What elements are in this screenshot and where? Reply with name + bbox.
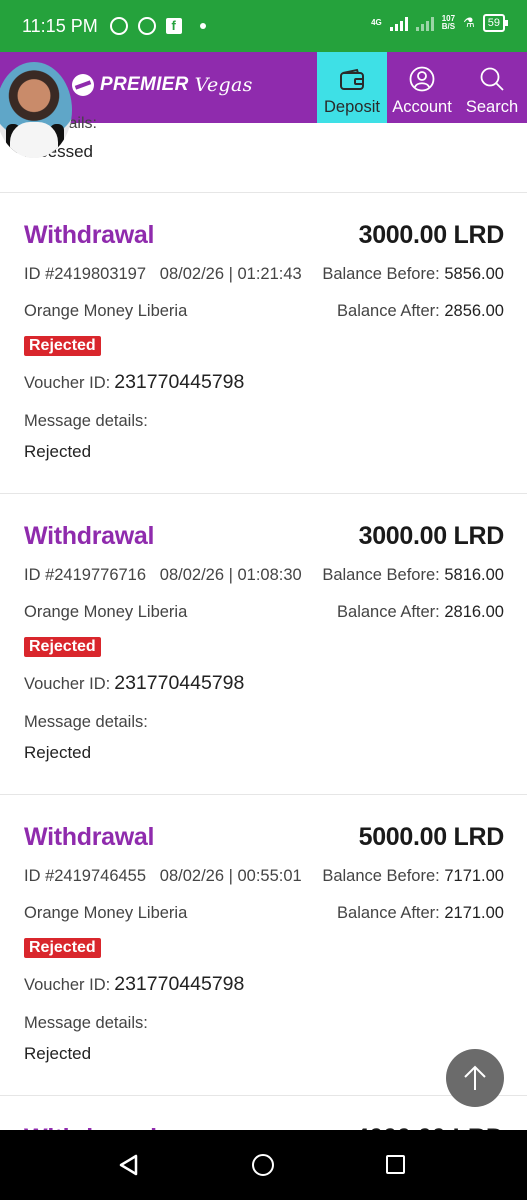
arrow-up-icon	[464, 1065, 486, 1090]
balance-before: Balance Before: 5856.00	[322, 265, 504, 284]
payment-method: Orange Money Liberia	[24, 603, 188, 621]
balance-before-label: Balance Before:	[322, 566, 440, 584]
message-label: Message details:	[24, 1014, 148, 1032]
search-button[interactable]: Search	[457, 52, 527, 123]
status-badge: Rejected	[24, 637, 101, 657]
deposit-button[interactable]: Deposit	[317, 52, 387, 123]
notification-dot-icon	[199, 23, 206, 29]
speed-unit: B/S	[441, 22, 456, 31]
transaction-amount: 3000.00 LRD	[358, 522, 505, 550]
balance-after-value: 2816.00	[444, 603, 504, 621]
app-header: PREMIER Vegas Deposit Account Search	[0, 52, 527, 123]
balance-before-label: Balance Before:	[322, 867, 440, 885]
message-value: Rejected	[24, 1044, 92, 1063]
home-icon[interactable]	[252, 1154, 274, 1176]
balance-before: Balance Before: 5816.00	[322, 566, 504, 585]
data-speed: 107 B/S	[442, 15, 455, 31]
message-value: Rejected	[24, 743, 92, 762]
message-label: Message details:	[24, 713, 148, 731]
flask-icon: ⚗	[463, 15, 475, 30]
balance-after-label: Balance After:	[337, 603, 440, 621]
voucher-label: Voucher ID:	[24, 976, 111, 994]
transaction-list: ge details: rocessed Withdrawal 3000.00 …	[0, 115, 527, 1136]
avatar[interactable]	[0, 62, 72, 158]
message-label: Message details:	[24, 412, 148, 430]
transaction-id-date: ID #2419803197 08/02/26 | 01:21:43	[24, 265, 302, 283]
logo-text-premier: PREMIER	[100, 74, 189, 95]
recent-apps-icon[interactable]	[386, 1155, 405, 1174]
logo-mark-icon	[72, 74, 94, 96]
status-bar: 11:15 PM f 4G 107 B/S ⚗ 59	[0, 0, 527, 52]
transaction-amount: 3000.00 LRD	[358, 221, 505, 249]
balance-after: Balance After: 2816.00	[337, 603, 504, 622]
transaction-id-date: ID #2419776716 08/02/26 | 01:08:30	[24, 566, 302, 584]
payment-method: Orange Money Liberia	[24, 904, 188, 922]
avatar-body	[10, 122, 58, 158]
account-button[interactable]: Account	[387, 52, 457, 123]
deposit-label: Deposit	[324, 98, 380, 116]
balance-after-label: Balance After:	[337, 904, 440, 922]
search-label: Search	[465, 98, 519, 116]
facebook-icon: f	[165, 18, 182, 34]
payment-method: Orange Money Liberia	[24, 302, 188, 320]
transaction-type: Withdrawal	[24, 823, 155, 851]
voucher-label: Voucher ID:	[24, 675, 111, 693]
list-item-partial-top: ge details: rocessed	[0, 115, 527, 193]
balance-after-label: Balance After:	[337, 302, 440, 320]
voucher: Voucher ID: 231770445798	[24, 371, 244, 394]
logo-text-vegas: Vegas	[194, 74, 253, 96]
balance-before-value: 5856.00	[444, 265, 504, 283]
whatsapp-business-icon	[137, 17, 156, 35]
voucher-id: 231770445798	[114, 672, 245, 694]
search-icon	[480, 67, 504, 91]
wallet-icon	[340, 68, 364, 90]
back-icon[interactable]	[118, 1154, 140, 1176]
transaction-type: Withdrawal	[24, 522, 155, 550]
transaction-amount: 5000.00 LRD	[358, 823, 505, 851]
voucher-id: 231770445798	[114, 371, 245, 393]
transaction-card: Withdrawal 3000.00 LRD ID #2419776716 08…	[0, 494, 527, 795]
voucher-label: Voucher ID:	[24, 374, 111, 392]
transaction-id-date: ID #2419746455 08/02/26 | 00:55:01	[24, 867, 302, 885]
premier-vegas-logo[interactable]: PREMIER Vegas	[72, 74, 253, 96]
message-value: Rejected	[24, 442, 92, 461]
transaction-card: Withdrawal 3000.00 LRD ID #2419803197 08…	[0, 193, 527, 494]
balance-before-value: 7171.00	[444, 867, 504, 885]
transaction-card: Withdrawal 5000.00 LRD ID #2419746455 08…	[0, 795, 527, 1096]
battery-icon: 59	[482, 14, 509, 32]
user-icon	[409, 66, 435, 92]
account-label: Account	[392, 98, 452, 116]
signal-2-icon	[415, 15, 434, 31]
battery-level: 59	[487, 17, 500, 29]
balance-after-value: 2171.00	[444, 904, 504, 922]
balance-before-value: 5816.00	[444, 566, 504, 584]
signal-icon	[389, 15, 408, 31]
voucher-id: 231770445798	[114, 973, 245, 995]
balance-after-value: 2856.00	[444, 302, 504, 320]
scroll-to-top-button[interactable]	[446, 1049, 504, 1107]
transaction-type: Withdrawal	[24, 221, 155, 249]
network-type: 4G	[371, 18, 382, 27]
clock: 11:15 PM	[22, 15, 98, 36]
voucher: Voucher ID: 231770445798	[24, 973, 244, 996]
balance-before: Balance Before: 7171.00	[322, 867, 504, 886]
voucher: Voucher ID: 231770445798	[24, 672, 244, 695]
balance-after: Balance After: 2856.00	[337, 302, 504, 321]
status-badge: Rejected	[24, 938, 101, 958]
balance-after: Balance After: 2171.00	[337, 904, 504, 923]
status-badge: Rejected	[24, 336, 101, 356]
balance-before-label: Balance Before:	[322, 265, 440, 283]
whatsapp-icon	[109, 17, 128, 35]
system-nav-bar	[0, 1130, 527, 1200]
